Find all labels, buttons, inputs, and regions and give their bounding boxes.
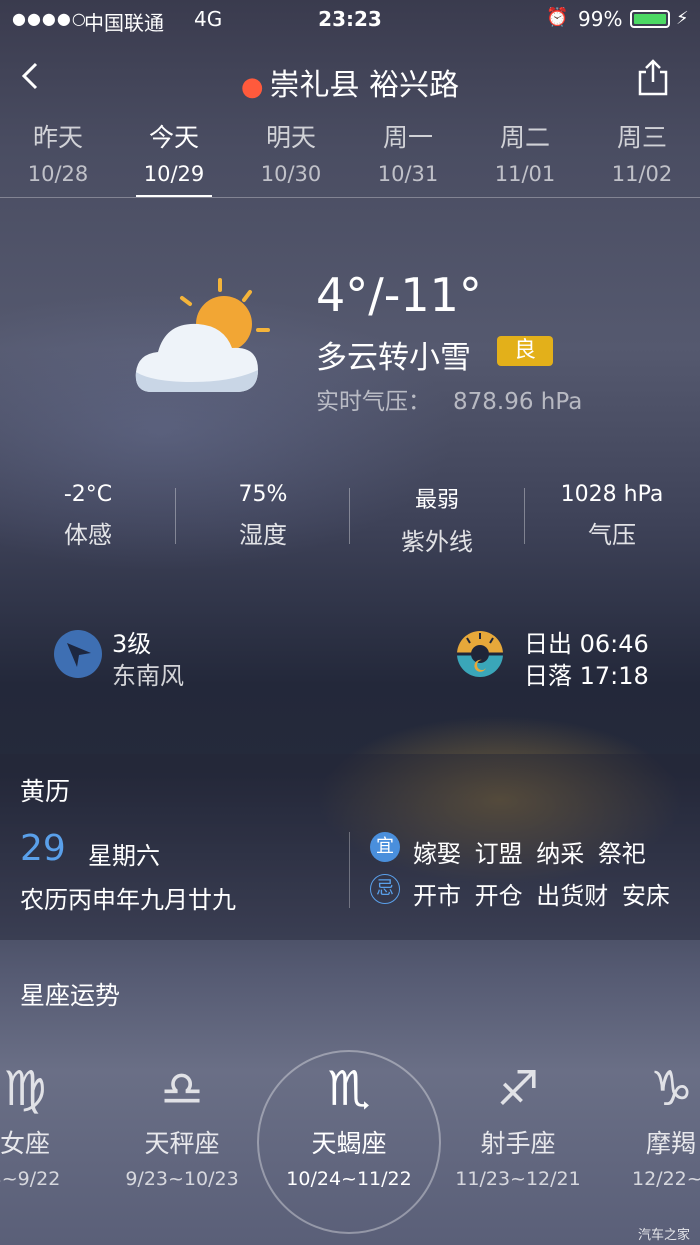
tab-today[interactable]: 今天 10/29: [116, 118, 232, 197]
day-date: 10/30: [260, 162, 322, 186]
day-date: 11/02: [611, 162, 673, 186]
day-name: 周二: [499, 123, 550, 152]
wind-direction-icon: [54, 630, 102, 678]
stat-humidity: 75% 湿度: [175, 482, 351, 550]
almanac-lunar-date: 农历丙申年九月廿九: [20, 886, 236, 914]
tab-monday[interactable]: 周一 10/31: [350, 118, 466, 186]
day-date: 11/01: [494, 162, 556, 186]
stat-uv: 最弱 紫外线: [349, 482, 525, 557]
day-date: 10/29: [143, 162, 205, 186]
almanac-yi: 嫁娶 订盟 纳采 祭祀: [413, 840, 646, 868]
stat-label: 体感: [64, 521, 112, 549]
almanac-weekday: 星期六: [88, 842, 160, 870]
charging-icon: ⚡: [676, 8, 689, 29]
day-name: 今天: [148, 123, 199, 152]
almanac-title: 黄历: [20, 777, 71, 806]
location-title[interactable]: ● 崇礼县 裕兴路: [0, 60, 700, 104]
day-tabs: 昨天 10/28 今天 10/29 明天 10/30 周一 10/31 周二 1…: [0, 118, 700, 200]
day-name: 明天: [265, 123, 316, 152]
zodiac-range: 10/24~11/22: [286, 1168, 412, 1190]
tab-tomorrow[interactable]: 明天 10/30: [233, 118, 349, 186]
location-pin-icon: ●: [240, 72, 264, 102]
zodiac-item-sagittarius[interactable]: ♐ 射手座 11/23~12/21: [433, 1060, 603, 1190]
zodiac-item-virgo[interactable]: ♍ 女座 3~9/22: [0, 1060, 110, 1190]
wind-direction: 东南风: [112, 662, 184, 690]
stat-value: -2°C: [63, 482, 113, 507]
tab-wednesday[interactable]: 周三 11/02: [584, 118, 700, 186]
zodiac-item-scorpio[interactable]: ♏ 天蝎座 10/24~11/22: [264, 1060, 434, 1190]
partly-cloudy-icon: [135, 278, 270, 392]
zodiac-name: 天蝎座: [311, 1129, 387, 1158]
alarm-icon: ⏰: [546, 7, 569, 28]
almanac-day: 29: [20, 828, 66, 869]
stat-label: 湿度: [239, 521, 287, 549]
capricorn-icon: ♑: [650, 1061, 694, 1117]
day-date: 10/28: [27, 162, 89, 186]
zodiac-title: 星座运势: [20, 981, 121, 1010]
stat-value: 75%: [238, 482, 288, 507]
zodiac-name: 摩羯: [646, 1129, 697, 1158]
day-name: 昨天: [32, 123, 83, 152]
pressure-value: 878.96 hPa: [453, 389, 583, 415]
zodiac-name: 女座: [0, 1129, 50, 1158]
stat-value: 1028 hPa: [560, 482, 664, 507]
battery-percent: 99%: [578, 7, 623, 31]
realtime-pressure: 实时气压： 878.96 hPa: [316, 382, 582, 416]
zodiac-item-libra[interactable]: ♎ 天秤座 9/23~10/23: [97, 1060, 267, 1190]
libra-icon: ♎: [160, 1061, 204, 1117]
zodiac-range: 11/23~12/21: [455, 1168, 581, 1190]
tab-yesterday[interactable]: 昨天 10/28: [0, 118, 116, 186]
tabs-divider: [0, 197, 700, 198]
zodiac-range: 3~9/22: [0, 1168, 61, 1190]
zodiac-name: 射手座: [480, 1129, 556, 1158]
stat-label: 紫外线: [401, 528, 473, 556]
wind-level: 3级: [112, 630, 152, 658]
stat-label: 气压: [588, 521, 636, 549]
sunset-time: 日落 17:18: [524, 662, 649, 690]
pressure-label: 实时气压：: [316, 389, 431, 415]
weather-condition: 多云转小雪: [316, 340, 471, 376]
watermark: 汽车之家: [637, 1228, 690, 1243]
sagittarius-icon: ♐: [496, 1061, 540, 1117]
day-name: 周三: [616, 123, 667, 152]
zodiac-name: 天秤座: [144, 1129, 220, 1158]
sunrise-time: 日出 06:46: [524, 630, 649, 658]
status-bar: ●●●●○ 中国联通 4G 23:23 ⏰ 99% ⚡: [0, 0, 700, 40]
day-name: 周一: [382, 123, 433, 152]
day-date: 10/31: [377, 162, 439, 186]
yi-badge-icon: 宜: [370, 832, 400, 862]
sunrise-sunset-icon: [457, 631, 503, 677]
ji-badge-icon: 忌: [370, 874, 400, 904]
virgo-icon: ♍: [3, 1061, 47, 1117]
almanac-ji: 开市 开仓 出货财 安床: [413, 882, 670, 910]
divider: [349, 832, 350, 908]
aqi-badge[interactable]: 良: [497, 336, 553, 366]
stat-value: 最弱: [414, 488, 459, 513]
scorpio-icon: ♏: [327, 1061, 371, 1117]
zodiac-range: 12/22~: [632, 1168, 700, 1190]
share-button[interactable]: [636, 58, 670, 96]
stat-pressure: 1028 hPa 气压: [524, 482, 700, 550]
tab-tuesday[interactable]: 周二 11/01: [467, 118, 583, 186]
share-icon: [638, 59, 668, 96]
battery-icon: [630, 10, 670, 28]
zodiac-item-capricorn[interactable]: ♑ 摩羯 12/22~: [586, 1060, 700, 1190]
temperature-range: 4°/-11°: [316, 268, 482, 322]
location-name: 崇礼县 裕兴路: [269, 68, 460, 103]
zodiac-range: 9/23~10/23: [125, 1168, 239, 1190]
stat-feels-like: -2°C 体感: [0, 482, 176, 550]
